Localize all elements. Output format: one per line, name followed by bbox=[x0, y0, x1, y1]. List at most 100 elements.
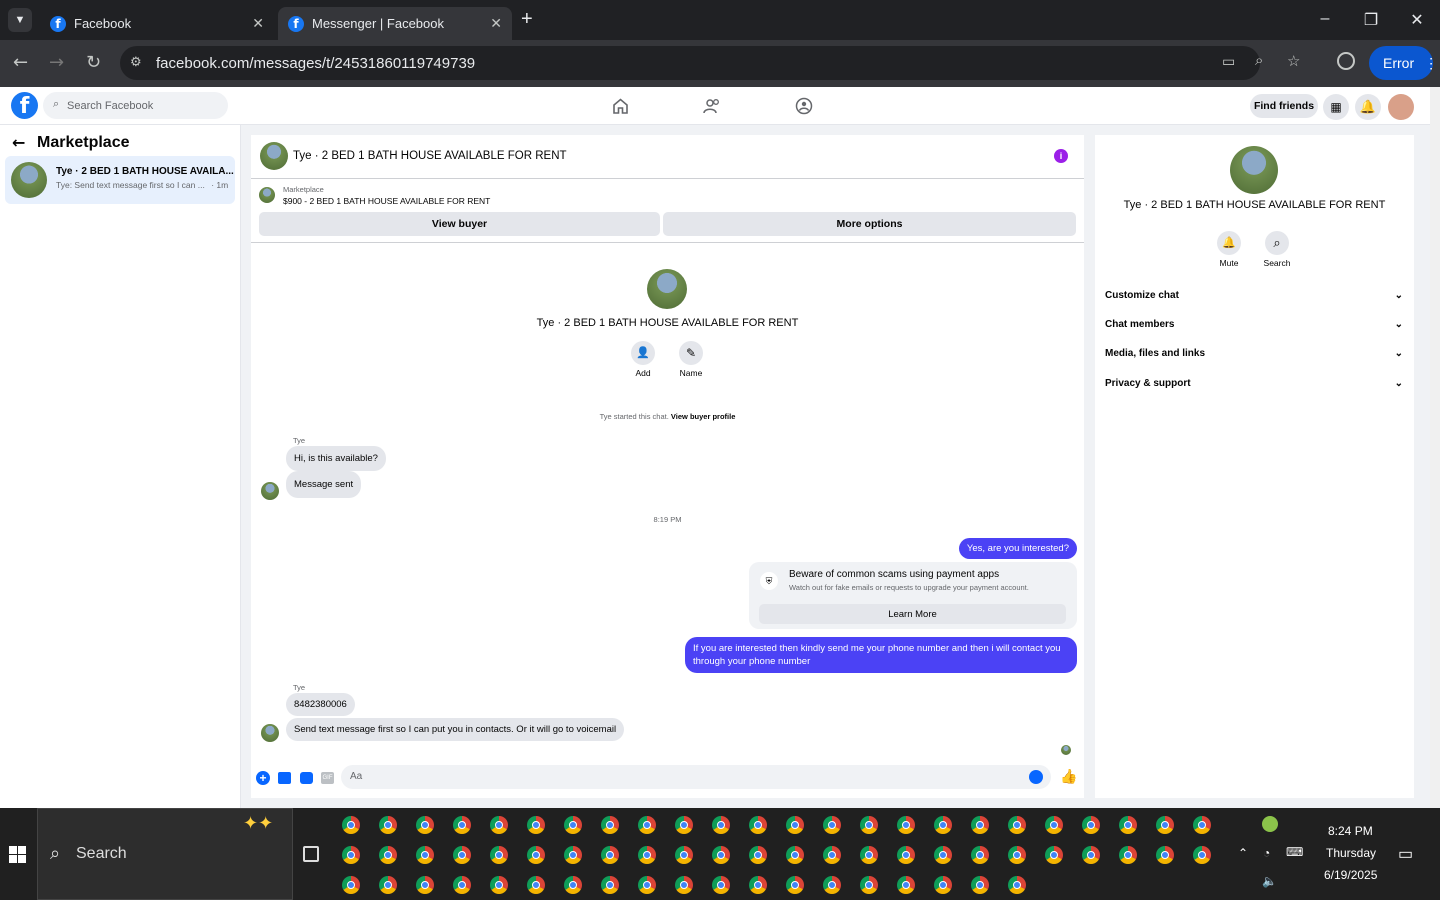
clock-day[interactable]: Thursday bbox=[1326, 846, 1376, 860]
task-view-icon[interactable] bbox=[303, 846, 319, 862]
notifications-bell-icon[interactable]: 🔔 bbox=[1355, 94, 1381, 120]
taskbar-app-icon[interactable] bbox=[823, 876, 841, 894]
taskbar-app-icon[interactable] bbox=[712, 816, 730, 834]
taskbar-app-icon[interactable] bbox=[601, 816, 619, 834]
taskbar-app-icon[interactable] bbox=[934, 816, 952, 834]
volume-icon[interactable]: 🔈 bbox=[1262, 874, 1277, 888]
taskbar-app-icon[interactable] bbox=[1008, 846, 1026, 864]
taskbar-app-icon[interactable] bbox=[490, 816, 508, 834]
more-options-button[interactable]: More options bbox=[663, 212, 1076, 236]
message-input[interactable]: Aa bbox=[341, 765, 1051, 789]
keyboard-icon[interactable]: ⌨ bbox=[1286, 845, 1303, 859]
taskbar-app-icon[interactable] bbox=[1045, 816, 1063, 834]
gif-icon[interactable]: GIF bbox=[321, 772, 334, 784]
facebook-search-input[interactable]: ⌕ Search Facebook bbox=[43, 92, 228, 119]
taskbar-app-icon[interactable] bbox=[860, 876, 878, 894]
message-bubble-incoming[interactable]: Message sent bbox=[286, 471, 362, 498]
taskbar-app-icon[interactable] bbox=[379, 876, 397, 894]
add-member-button[interactable]: 👤 bbox=[631, 341, 655, 365]
install-app-icon[interactable]: ▭ bbox=[1222, 53, 1235, 70]
restore-icon[interactable]: ❐ bbox=[1361, 10, 1381, 30]
facebook-logo-icon[interactable]: f bbox=[11, 92, 38, 119]
zoom-icon[interactable]: ⌕ bbox=[1255, 52, 1263, 69]
taskbar-app-icon[interactable] bbox=[490, 846, 508, 864]
taskbar-app-icon[interactable] bbox=[675, 846, 693, 864]
show-hidden-icons-icon[interactable]: ⌃ bbox=[1238, 846, 1248, 860]
close-tab-icon[interactable]: ✕ bbox=[490, 15, 502, 32]
taskbar-app-icon[interactable] bbox=[897, 876, 915, 894]
taskbar-app-icon[interactable] bbox=[934, 876, 952, 894]
menu-grid-icon[interactable]: ▦ bbox=[1323, 94, 1349, 120]
taskbar-app-icon[interactable] bbox=[675, 876, 693, 894]
section-chat-members[interactable]: Chat members ⌄ bbox=[1105, 319, 1403, 330]
home-icon[interactable] bbox=[612, 98, 629, 114]
taskbar-app-icon[interactable] bbox=[416, 846, 434, 864]
tab-search-button[interactable]: ▼ bbox=[8, 8, 32, 32]
notifications-icon[interactable]: ▭ bbox=[1398, 844, 1413, 864]
taskbar-app-icon[interactable] bbox=[1156, 816, 1174, 834]
taskbar-app-icon[interactable] bbox=[897, 846, 915, 864]
taskbar-app-icon[interactable] bbox=[971, 876, 989, 894]
reload-icon[interactable]: ↻ bbox=[86, 52, 101, 73]
taskbar-app-icon[interactable] bbox=[860, 846, 878, 864]
wifi-icon[interactable]: ◔ bbox=[1263, 846, 1270, 860]
info-icon[interactable]: i bbox=[1054, 149, 1068, 163]
taskbar-app-icon[interactable] bbox=[379, 846, 397, 864]
search-in-chat-button[interactable]: ⌕ bbox=[1265, 231, 1289, 255]
taskbar-app-icon[interactable] bbox=[379, 816, 397, 834]
taskbar-app-icon[interactable] bbox=[453, 846, 471, 864]
message-bubble-outgoing[interactable]: If you are interested then kindly send m… bbox=[685, 637, 1077, 673]
taskbar-app-icon[interactable] bbox=[453, 876, 471, 894]
taskbar-app-icon[interactable] bbox=[1008, 876, 1026, 894]
message-bubble-incoming[interactable]: Send text message first so I can put you… bbox=[286, 718, 625, 741]
sticker-icon[interactable] bbox=[300, 772, 313, 784]
taskbar-app-icon[interactable] bbox=[712, 876, 730, 894]
taskbar-app-icon[interactable] bbox=[342, 816, 360, 834]
learn-more-button[interactable]: Learn More bbox=[759, 604, 1066, 624]
taskbar-app-icon[interactable] bbox=[342, 846, 360, 864]
taskbar-app-icon[interactable] bbox=[1008, 816, 1026, 834]
taskbar-app-icon[interactable] bbox=[1119, 846, 1137, 864]
taskbar-app-icon[interactable] bbox=[638, 876, 656, 894]
listing-text[interactable]: $900 - 2 BED 1 BATH HOUSE AVAILABLE FOR … bbox=[283, 196, 490, 206]
windows-start-icon[interactable] bbox=[9, 846, 26, 863]
taskbar-app-icon[interactable] bbox=[416, 876, 434, 894]
mute-button[interactable]: 🔔 bbox=[1217, 231, 1241, 255]
taskbar-app-icon[interactable] bbox=[453, 816, 471, 834]
taskbar-app-icon[interactable] bbox=[1193, 816, 1211, 834]
taskbar-app-icon[interactable] bbox=[1156, 846, 1174, 864]
taskbar-app-icon[interactable] bbox=[1045, 846, 1063, 864]
taskbar-app-icon[interactable] bbox=[897, 816, 915, 834]
taskbar-app-icon[interactable] bbox=[638, 846, 656, 864]
site-info-icon[interactable]: ⚙ bbox=[130, 54, 142, 70]
taskbar-app-icon[interactable] bbox=[564, 876, 582, 894]
taskbar-app-icon[interactable] bbox=[860, 816, 878, 834]
edit-name-button[interactable]: ✎ bbox=[679, 341, 703, 365]
bookmark-star-icon[interactable]: ☆ bbox=[1287, 52, 1300, 70]
clock-date[interactable]: 6/19/2025 bbox=[1324, 868, 1377, 882]
clock-time[interactable]: 8:24 PM bbox=[1328, 824, 1373, 838]
taskbar-app-icon[interactable] bbox=[1193, 846, 1211, 864]
message-bubble-incoming[interactable]: Hi, is this available? bbox=[286, 446, 386, 471]
conversation-item[interactable]: Tye · 2 BED 1 BATH HOUSE AVAILA... Tye: … bbox=[5, 156, 235, 204]
groups-icon[interactable] bbox=[795, 97, 813, 115]
taskbar-app-icon[interactable] bbox=[1082, 816, 1100, 834]
sender-avatar[interactable] bbox=[261, 482, 279, 500]
taskbar-app-icon[interactable] bbox=[823, 816, 841, 834]
taskbar-app-icon[interactable] bbox=[823, 846, 841, 864]
emoji-icon[interactable] bbox=[1029, 770, 1043, 784]
taskbar-app-icon[interactable] bbox=[601, 846, 619, 864]
section-privacy-support[interactable]: Privacy & support ⌄ bbox=[1105, 378, 1403, 389]
close-window-icon[interactable]: ✕ bbox=[1407, 10, 1427, 30]
new-tab-icon[interactable]: + bbox=[521, 8, 533, 31]
taskbar-app-icon[interactable] bbox=[786, 816, 804, 834]
view-buyer-profile-link[interactable]: View buyer profile bbox=[671, 412, 735, 421]
account-avatar[interactable] bbox=[1388, 94, 1414, 120]
view-buyer-button[interactable]: View buyer bbox=[259, 212, 660, 236]
forward-icon[interactable]: → bbox=[49, 52, 64, 73]
photo-icon[interactable] bbox=[278, 772, 291, 784]
taskbar-app-icon[interactable] bbox=[342, 876, 360, 894]
section-customize-chat[interactable]: Customize chat ⌄ bbox=[1105, 290, 1403, 301]
profile-error-button[interactable]: Error ⋮ bbox=[1369, 46, 1438, 80]
back-icon[interactable]: ← bbox=[13, 52, 28, 73]
